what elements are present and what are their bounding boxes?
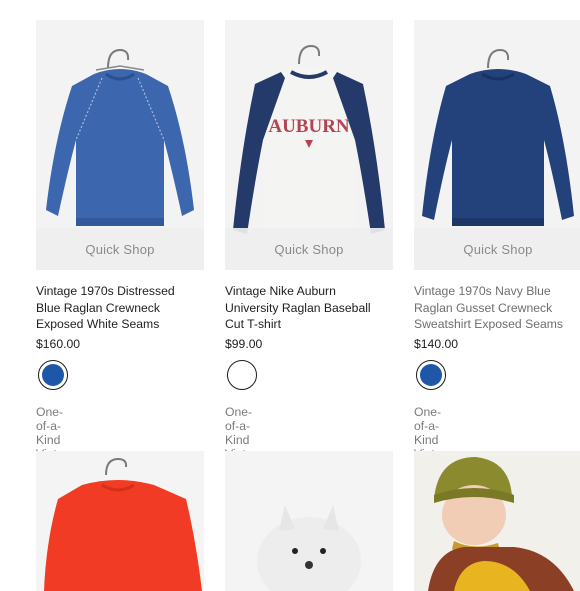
product-image-1[interactable]: Quick Shop [36, 20, 204, 270]
product-title-line: Blue Raglan Crewneck [36, 300, 160, 315]
color-swatch[interactable] [38, 360, 68, 390]
product-title-line: Vintage Nike Auburn [225, 284, 336, 298]
quick-shop-button[interactable]: Quick Shop [414, 228, 580, 270]
product-title-line: University Raglan Baseball [225, 300, 371, 315]
product-title[interactable]: Vintage 1970s Navy Blue Raglan Gusset Cr… [414, 283, 580, 333]
product-price: $99.00 [225, 337, 263, 351]
product-price: $140.00 [414, 337, 459, 351]
product-image-3[interactable]: Quick Shop [414, 20, 580, 270]
product-image-6[interactable] [414, 451, 580, 591]
product-title-line: Sweatshirt Exposed Seams [414, 317, 564, 332]
quick-shop-button[interactable]: Quick Shop [225, 228, 393, 270]
swatch-color-fill [420, 364, 442, 386]
product-price: $160.00 [36, 337, 81, 351]
product-image-5[interactable] [225, 451, 393, 591]
auburn-graphic-text: AUBURN [268, 116, 350, 137]
product-title-line: Vintage 1970s Navy Blue [414, 284, 551, 298]
product-title-line: Cut T-shirt [225, 317, 281, 332]
product-title[interactable]: Vintage Nike Auburn University Raglan Ba… [225, 283, 400, 333]
product-title-line: Vintage 1970s Distressed [36, 284, 175, 298]
quick-shop-button[interactable]: Quick Shop [36, 228, 204, 270]
color-swatch[interactable] [416, 360, 446, 390]
product-image-2[interactable]: AUBURN Quick Shop [225, 20, 393, 270]
swatch-color-fill [231, 364, 253, 386]
product-image-4[interactable] [36, 451, 204, 591]
product-title[interactable]: Vintage 1970s Distressed Blue Raglan Cre… [36, 283, 211, 333]
product-title-line: Exposed White Seams [36, 317, 160, 332]
model-beanie-image [414, 451, 580, 591]
product-title-line: Raglan Gusset Crewneck [414, 300, 553, 315]
white-dog-image [257, 505, 361, 591]
color-swatch[interactable] [227, 360, 257, 390]
swatch-color-fill [42, 364, 64, 386]
red-sweatshirt-image [44, 457, 202, 591]
